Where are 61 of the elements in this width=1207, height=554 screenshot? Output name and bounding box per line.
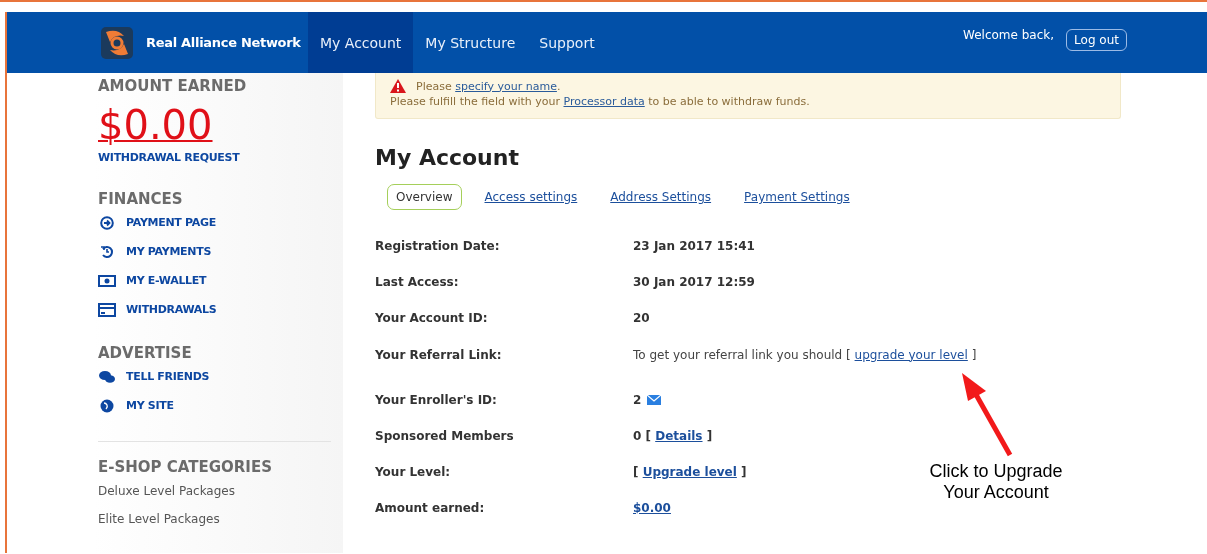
tab[interactable]: Address Settings: [600, 185, 722, 209]
logout-button[interactable]: Log out: [1066, 29, 1127, 51]
arrow-circle-icon: [98, 215, 116, 230]
field-label: Amount earned:: [375, 501, 486, 515]
alert-message: Please specify your name.: [416, 79, 561, 93]
field-label: Last Access:: [375, 275, 460, 289]
field-label: Your Enroller's ID:: [375, 393, 498, 407]
welcome-text: Welcome back,: [963, 28, 1055, 44]
credit-card-icon: [98, 302, 116, 317]
chat-bubbles-icon: [98, 369, 116, 384]
link[interactable]: Upgrade level: [642, 465, 737, 479]
specify-name-link[interactable]: specify your name: [455, 79, 557, 93]
section-heading: FINANCES: [98, 190, 184, 208]
alert-message: Please fulfill the field with your Processor data to be able to withdraw funds.: [390, 95, 811, 108]
amount-earned-value[interactable]: $0.00: [98, 103, 213, 147]
nav-tab[interactable]: My Structure: [413, 12, 528, 73]
field-value: To get your referral link you should [: [633, 347, 852, 362]
withdrawal-request-link[interactable]: WITHDRAWAL REQUEST: [98, 151, 331, 164]
field-value: [: [633, 465, 640, 479]
category-link[interactable]: Elite Level Packages: [98, 512, 331, 540]
warning-icon: [390, 79, 406, 93]
nav-tab[interactable]: My Account: [308, 12, 414, 73]
globe-icon: [98, 398, 116, 413]
field-value: ]: [705, 429, 713, 443]
link[interactable]: $0.00: [633, 501, 671, 515]
category-link[interactable]: Deluxe Level Packages: [98, 484, 331, 512]
field-value: 30 Jan 2017 12:59: [633, 275, 755, 289]
section-heading: E-SHOP CATEGORIES: [98, 458, 273, 476]
sidebar-link[interactable]: MY E-WALLET: [126, 274, 207, 287]
link[interactable]: Details: [655, 429, 703, 443]
tab[interactable]: Overview: [387, 184, 462, 210]
field-label: Your Referral Link:: [375, 347, 503, 362]
field-value: ]: [740, 465, 747, 479]
link[interactable]: upgrade your level: [854, 347, 968, 362]
field-value: 0 [: [633, 429, 652, 443]
sidebar-link[interactable]: MY PAYMENTS: [126, 245, 211, 258]
tab[interactable]: Payment Settings: [734, 185, 860, 209]
field-value: 2: [633, 393, 642, 407]
section-heading: AMOUNT EARNED: [98, 77, 248, 95]
tab[interactable]: Access settings: [474, 185, 588, 209]
banknote-icon: [98, 274, 116, 287]
page-title: My Account: [375, 145, 520, 170]
annotation-text: Click to Upgrade Your Account: [928, 461, 1064, 503]
field-value: 20: [633, 311, 650, 325]
field-label: Your Level:: [375, 465, 452, 479]
envelope-icon[interactable]: [647, 395, 662, 405]
sidebar-link[interactable]: TELL FRIENDS: [126, 370, 210, 383]
sidebar-link[interactable]: PAYMENT PAGE: [126, 216, 216, 229]
history-icon: [98, 244, 116, 259]
logo-icon: [100, 25, 134, 60]
sidebar-link[interactable]: MY SITE: [126, 399, 174, 412]
field-value: 23 Jan 2017 15:41: [633, 239, 755, 253]
field-label: Sponsored Members: [375, 429, 515, 443]
section-heading: ADVERTISE: [98, 344, 193, 362]
nav-tab[interactable]: Support: [527, 12, 607, 73]
field-label: Your Account ID:: [375, 311, 489, 325]
sidebar-link[interactable]: WITHDRAWALS: [126, 303, 217, 316]
field-label: Registration Date:: [375, 239, 501, 253]
brand-name[interactable]: Real Alliance Network: [146, 35, 301, 50]
processor-data-link[interactable]: Processor data: [563, 95, 645, 108]
field-value: ]: [970, 347, 977, 362]
